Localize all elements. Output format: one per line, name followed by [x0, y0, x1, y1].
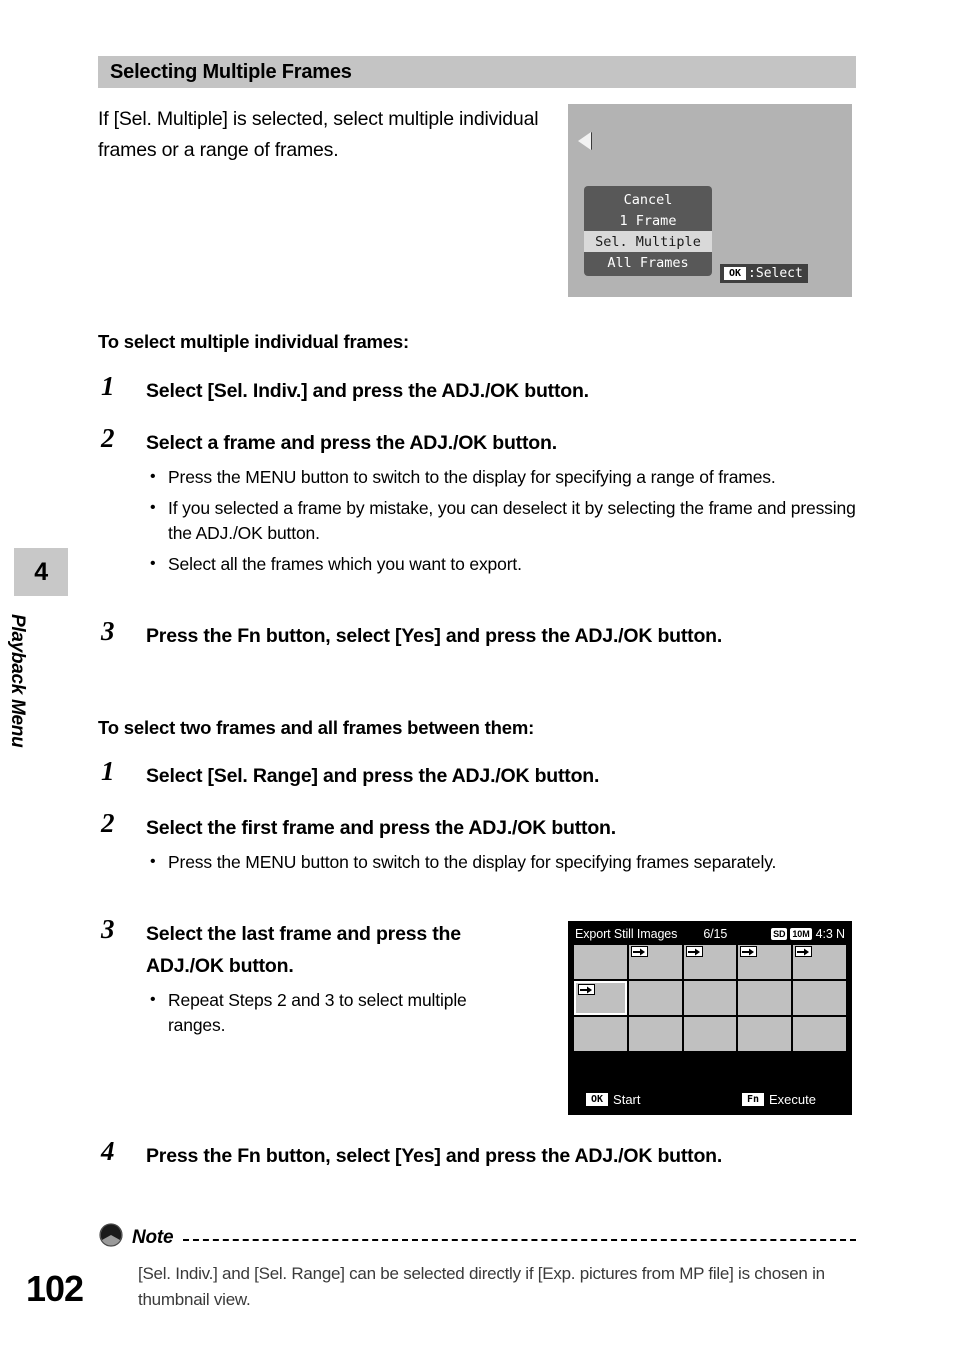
thumbnail-cell[interactable] — [683, 945, 737, 979]
thumbnail-cell[interactable] — [628, 981, 682, 1015]
step-text: Press the Fn button, select [Yes] and pr… — [146, 1145, 723, 1167]
note-body-text: [Sel. Indiv.] and [Sel. Range] can be se… — [138, 1264, 825, 1309]
list-item: Press the MENU button to switch to the d… — [146, 464, 856, 490]
lcd-thumbnail-header: Export Still Images 6/15 SD 10M 4:3 N — [568, 925, 852, 943]
page-content: Selecting Multiple Frames If [Sel. Multi… — [98, 0, 856, 1345]
step-4-part-two: 4 Press the Fn button, select [Yes] and … — [98, 1136, 806, 1172]
thumbnail-cell[interactable] — [628, 945, 682, 979]
export-arrow-icon — [795, 946, 813, 957]
footer-execute-label: Execute — [769, 1092, 816, 1107]
thumbnail-cell[interactable] — [738, 945, 792, 979]
step-number: 1 — [101, 756, 115, 786]
note-icon — [98, 1222, 124, 1253]
section-header-title: Selecting Multiple Frames — [110, 60, 352, 83]
thumbnail-cell[interactable] — [738, 981, 792, 1015]
image-size-icon: 10M — [790, 928, 812, 940]
list-item: Repeat Steps 2 and 3 to select multiple … — [146, 987, 508, 1038]
aspect-ratio-label: 4:3 N — [815, 927, 845, 941]
thumbnail-cell[interactable] — [793, 981, 846, 1015]
lcd-menu-screenshot: Cancel 1 Frame Sel. Multiple All Frames … — [568, 104, 852, 297]
lcd-status-badges: SD 10M 4:3 N — [771, 927, 845, 941]
chapter-number: 4 — [34, 557, 48, 586]
step-number: 3 — [101, 914, 115, 944]
list-item: Press the MENU button to switch to the d… — [146, 849, 878, 875]
step-number: 3 — [101, 616, 115, 646]
ok-hint-label: :Select — [748, 266, 803, 281]
lcd-menu-item-cancel[interactable]: Cancel — [584, 189, 712, 210]
list-item: If you selected a frame by mistake, you … — [146, 495, 856, 546]
lcd-thumbnail-screenshot: Export Still Images 6/15 SD 10M 4:3 N OK… — [568, 921, 852, 1115]
chapter-number-tab: 4 — [14, 548, 68, 596]
lcd-menu-item-sel-multiple[interactable]: Sel. Multiple — [584, 231, 712, 252]
step-text: Select the first frame and press the ADJ… — [146, 817, 616, 839]
step-text: Select the last frame and press the ADJ.… — [146, 923, 461, 977]
footer-start-action: OK Start — [586, 1092, 641, 1107]
step-text: Select [Sel. Indiv.] and press the ADJ./… — [146, 380, 589, 402]
thumbnail-cell[interactable] — [793, 945, 846, 979]
lcd-thumbnail-footer: OK Start Fn Execute — [568, 1092, 852, 1107]
ok-key-badge: OK — [586, 1093, 609, 1106]
intro-paragraph: If [Sel. Multiple] is selected, select m… — [98, 108, 539, 161]
thumbnail-cell[interactable] — [574, 1017, 627, 1051]
list-item: Select all the frames which you want to … — [146, 551, 856, 577]
step-bullet-list: Repeat Steps 2 and 3 to select multiple … — [146, 987, 536, 1038]
footer-execute-action: Fn Execute — [741, 1092, 816, 1107]
step-number: 4 — [101, 1136, 115, 1166]
lcd-frame-counter: 6/15 — [703, 927, 728, 941]
step-text: Select [Sel. Range] and press the ADJ./O… — [146, 765, 600, 787]
export-arrow-icon — [578, 984, 595, 995]
left-triangle-icon — [578, 132, 591, 150]
step-1-part-two: 1 Select [Sel. Range] and press the ADJ.… — [98, 756, 600, 792]
thumbnail-cell[interactable] — [683, 1017, 737, 1051]
step-3-part-one: 3 Press the Fn button, select [Yes] and … — [98, 616, 806, 652]
thumbnail-cell[interactable] — [574, 945, 627, 979]
export-arrow-icon — [685, 946, 703, 957]
step-2-part-one: 2 Select a frame and press the ADJ./OK b… — [98, 423, 856, 583]
thumbnail-cell[interactable] — [793, 1017, 846, 1051]
step-number: 2 — [101, 423, 115, 453]
step-1-part-one: 1 Select [Sel. Indiv.] and press the ADJ… — [98, 371, 589, 407]
thumbnail-cell[interactable] — [628, 1017, 682, 1051]
step-bullet-list: Press the MENU button to switch to the d… — [146, 464, 856, 577]
step-2-part-two: 2 Select the first frame and press the A… — [98, 808, 878, 881]
note-block: Note [Sel. Indiv.] and [Sel. Range] can … — [98, 1222, 856, 1313]
thumbnail-grid — [574, 945, 846, 1051]
lcd-menu-item-all-frames[interactable]: All Frames — [584, 252, 712, 273]
note-divider — [183, 1238, 856, 1241]
section-header: Selecting Multiple Frames — [98, 56, 856, 88]
subheading-select-two-frames: To select two frames and all frames betw… — [98, 717, 535, 738]
lcd-thumbnail-title: Export Still Images — [575, 927, 678, 941]
step-text: Select a frame and press the ADJ./OK but… — [146, 432, 557, 454]
step-bullet-list: Press the MENU button to switch to the d… — [146, 849, 878, 875]
subheading-select-multiple-individual: To select multiple individual frames: — [98, 331, 409, 352]
thumbnail-cell[interactable] — [683, 981, 737, 1015]
thumbnail-cell-selected[interactable] — [574, 981, 627, 1015]
note-header: Note — [98, 1222, 856, 1253]
step-number: 2 — [101, 808, 115, 838]
step-3-part-two: 3 Select the last frame and press the AD… — [98, 914, 536, 1044]
sd-card-icon: SD — [771, 928, 788, 940]
step-number: 1 — [101, 371, 115, 401]
fn-key-badge: Fn — [741, 1093, 765, 1106]
page-number: 102 — [26, 1268, 84, 1309]
step-text: Press the Fn button, select [Yes] and pr… — [146, 625, 723, 647]
lcd-menu-item-1-frame[interactable]: 1 Frame — [584, 210, 712, 231]
chapter-name-vertical: Playback Menu — [7, 614, 28, 748]
lcd-menu-panel: Cancel 1 Frame Sel. Multiple All Frames — [584, 186, 712, 276]
export-arrow-icon — [630, 946, 648, 957]
footer-start-label: Start — [613, 1092, 641, 1107]
ok-key-badge: OK — [724, 267, 747, 280]
note-label: Note — [132, 1226, 174, 1248]
export-arrow-icon — [740, 946, 758, 957]
lcd-ok-select-hint: OK :Select — [720, 264, 808, 283]
thumbnail-cell[interactable] — [738, 1017, 792, 1051]
